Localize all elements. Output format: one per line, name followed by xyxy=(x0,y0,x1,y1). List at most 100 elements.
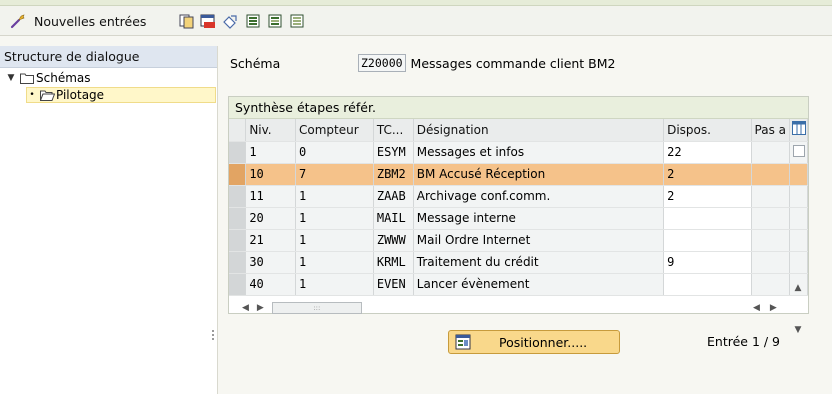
tree-node-pilotage[interactable]: • Pilotage xyxy=(26,87,216,103)
cell-compteur: 1 xyxy=(295,207,374,230)
cell-tc: ZAAB xyxy=(373,185,414,208)
tree-node-schemas[interactable]: ▼ Schémas xyxy=(6,70,91,86)
cell-compteur: 1 xyxy=(295,251,374,274)
tree-node-schemas-label: Schémas xyxy=(36,71,91,85)
table-row[interactable]: 40 1 EVEN Lancer évènement xyxy=(229,273,808,296)
scroll-left-icon[interactable]: ◀ xyxy=(753,303,760,313)
cell-compteur: 1 xyxy=(295,229,374,252)
scroll-up-icon[interactable]: ▲ xyxy=(795,283,802,293)
position-button[interactable]: Positionner..... xyxy=(448,330,620,354)
delete-icon xyxy=(200,13,216,29)
position-button-label: Positionner..... xyxy=(499,334,588,350)
table-row[interactable]: 1 0 ESYM Messages et infos 22 xyxy=(229,141,808,164)
table-row[interactable]: 30 1 KRML Traitement du crédit 9 xyxy=(229,251,808,274)
row-end-cell xyxy=(789,229,808,252)
application-toolbar: Nouvelles entrées xyxy=(0,6,832,36)
pane-splitter[interactable] xyxy=(212,330,215,344)
row-end-cell xyxy=(789,251,808,274)
undo-button[interactable] xyxy=(222,11,238,31)
row-selector[interactable] xyxy=(229,163,247,186)
column-header-tc[interactable]: TC... xyxy=(373,119,414,142)
cell-pas xyxy=(751,207,791,230)
cell-dispos[interactable]: 2 xyxy=(663,185,752,208)
entry-counter: Entrée 1 / 9 xyxy=(707,334,781,349)
cell-niv: 21 xyxy=(245,229,297,252)
table-settings-icon xyxy=(791,121,806,136)
horizontal-scrollbar[interactable]: ◀ ▶ ::: xyxy=(242,301,362,315)
position-icon xyxy=(455,334,471,350)
table-row[interactable]: 10 7 ZBM2 BM Accusé Réception 2 xyxy=(229,163,808,186)
new-entries-button[interactable]: Nouvelles entrées xyxy=(10,11,146,31)
horizontal-scrollbar-right[interactable]: ◀ ▶ xyxy=(753,301,777,315)
column-header-compteur[interactable]: Compteur xyxy=(295,119,374,142)
dialog-structure-pane: Structure de dialogue ▼ Schémas • Pilota… xyxy=(0,46,218,394)
folder-icon xyxy=(20,72,34,84)
schema-description: Messages commande client BM2 xyxy=(410,55,616,71)
cell-dispos[interactable] xyxy=(663,273,752,296)
row-selector[interactable] xyxy=(229,185,247,208)
deselect-all-icon xyxy=(289,13,305,29)
cell-niv: 11 xyxy=(245,185,297,208)
deselect-all-button[interactable] xyxy=(289,11,305,31)
column-header-niv[interactable]: Niv. xyxy=(245,119,297,142)
cell-tc: MAIL xyxy=(373,207,414,230)
scroll-right-icon[interactable]: ▶ xyxy=(770,303,777,313)
column-header-dispos[interactable]: Dispos. xyxy=(663,119,752,142)
row-selector[interactable] xyxy=(229,251,247,274)
copy-button[interactable] xyxy=(179,11,195,31)
select-all-button[interactable] xyxy=(245,11,261,31)
row-selector[interactable] xyxy=(229,141,247,164)
cell-pas xyxy=(751,185,791,208)
delete-button[interactable] xyxy=(200,11,216,31)
cell-designation: Mail Ordre Internet xyxy=(413,229,665,252)
row-checkbox-cell[interactable] xyxy=(789,141,808,164)
select-all-icon xyxy=(245,13,261,29)
row-selector[interactable] xyxy=(229,229,247,252)
scroll-thumb[interactable]: ::: xyxy=(271,302,362,314)
row-selector[interactable] xyxy=(229,273,247,296)
scroll-left-icon[interactable]: ◀ xyxy=(242,303,249,313)
cell-niv: 1 xyxy=(245,141,297,164)
copy-icon xyxy=(179,13,195,29)
cell-compteur: 7 xyxy=(295,163,374,186)
table-row[interactable]: 11 1 ZAAB Archivage conf.comm. 2 xyxy=(229,185,808,208)
select-all-rows-cell[interactable] xyxy=(229,119,247,142)
checkbox[interactable] xyxy=(792,144,805,157)
cell-designation: Archivage conf.comm. xyxy=(413,185,665,208)
select-block-button[interactable] xyxy=(267,11,283,31)
select-block-icon xyxy=(267,13,283,29)
table-row[interactable]: 21 1 ZWWW Mail Ordre Internet xyxy=(229,229,808,252)
tree-bullet: • xyxy=(29,90,35,100)
row-selector[interactable] xyxy=(229,207,247,230)
cell-designation: Messages et infos xyxy=(413,141,665,164)
cell-designation: Lancer évènement xyxy=(413,273,665,296)
cell-dispos[interactable]: 9 xyxy=(663,251,752,274)
expand-arrow-icon[interactable]: ▼ xyxy=(6,70,16,86)
column-settings-button[interactable] xyxy=(789,119,808,142)
cell-niv: 40 xyxy=(245,273,297,296)
schema-label: Schéma xyxy=(230,55,281,71)
schema-code-field[interactable]: Z20000 xyxy=(358,54,406,72)
table-row[interactable]: 20 1 MAIL Message interne xyxy=(229,207,808,230)
cell-dispos[interactable]: 22 xyxy=(663,141,752,164)
cell-dispos[interactable]: 2 xyxy=(663,163,752,186)
cell-designation: BM Accusé Réception xyxy=(413,163,665,186)
table-header-row: Niv. Compteur TC... Désignation Dispos. … xyxy=(229,119,808,142)
steps-table-title: Synthèse étapes référ. xyxy=(229,97,808,119)
cell-tc: KRML xyxy=(373,251,414,274)
cell-pas xyxy=(751,163,791,186)
cell-compteur: 1 xyxy=(295,185,374,208)
column-header-designation[interactable]: Désignation xyxy=(413,119,665,142)
vertical-scrollbar[interactable]: ▲ ▼ xyxy=(790,283,806,335)
cell-pas xyxy=(751,251,791,274)
cell-designation: Traitement du crédit xyxy=(413,251,665,274)
cell-dispos[interactable] xyxy=(663,229,752,252)
scroll-down-icon[interactable]: ▼ xyxy=(795,325,802,335)
cell-dispos[interactable] xyxy=(663,207,752,230)
new-entries-label: Nouvelles entrées xyxy=(34,13,147,29)
cell-pas xyxy=(751,273,791,296)
scroll-right-icon[interactable]: ▶ xyxy=(257,303,264,313)
column-header-pas[interactable]: Pas a xyxy=(751,119,791,142)
cell-tc: ESYM xyxy=(373,141,414,164)
tree-node-pilotage-label: Pilotage xyxy=(56,88,105,102)
